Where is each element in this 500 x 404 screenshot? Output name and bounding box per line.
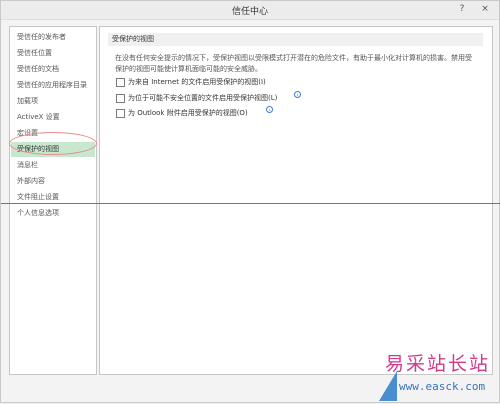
info-icon[interactable]: i: [266, 106, 273, 113]
red-guide-line: [1, 203, 500, 204]
settings-panel: 受保护的视图 在没有任何安全提示的情况下，受保护视图以受限模式打开潜在的危险文件…: [99, 26, 493, 375]
trust-center-dialog: 信任中心 ? × 受信任的发布者 受信任位置 受信任的文档 受信任的应用程序目录…: [0, 0, 500, 403]
sidebar-item-trusted-publishers[interactable]: 受信任的发布者: [11, 30, 95, 45]
sidebar-item-protected-view[interactable]: 受保护的视图: [11, 142, 95, 157]
unsafe-locations-checkbox[interactable]: [116, 94, 125, 103]
internet-files-checkbox[interactable]: [116, 78, 125, 87]
internet-files-label[interactable]: 为来自 Internet 的文件启用受保护的视图(I): [128, 77, 266, 87]
sidebar-item-trusted-locations[interactable]: 受信任位置: [11, 46, 95, 61]
unsafe-locations-label[interactable]: 为位于可能不安全位置的文件启用受保护视图(L): [128, 93, 277, 103]
title-bar: 信任中心 ? ×: [1, 1, 499, 20]
watermark-url: www.easck.com: [399, 380, 486, 393]
sidebar-item-privacy-options[interactable]: 个人信息选项: [11, 206, 95, 221]
section-title: 受保护的视图: [108, 33, 483, 46]
sidebar-item-macro-settings[interactable]: 宏设置: [11, 126, 95, 141]
sidebar-item-add-ins[interactable]: 加载项: [11, 94, 95, 109]
outlook-attachments-checkbox[interactable]: [116, 109, 125, 118]
section-description: 在没有任何安全提示的情况下，受保护视图以受限模式打开潜在的危险文件，有助于最小化…: [115, 54, 472, 73]
sidebar-item-message-bar[interactable]: 消息栏: [11, 158, 95, 173]
sidebar-item-activex-settings[interactable]: ActiveX 设置: [11, 110, 95, 125]
close-button[interactable]: ×: [475, 3, 495, 16]
sidebar-item-trusted-documents[interactable]: 受信任的文档: [11, 62, 95, 77]
category-sidebar: 受信任的发布者 受信任位置 受信任的文档 受信任的应用程序目录 加载项 Acti…: [9, 26, 97, 375]
window-title: 信任中心: [231, 7, 268, 17]
watermark-title: 易采站长站: [385, 353, 491, 375]
sidebar-item-trusted-app-catalogs[interactable]: 受信任的应用程序目录: [11, 78, 95, 93]
help-button[interactable]: ?: [455, 3, 469, 16]
info-icon[interactable]: i: [294, 91, 301, 98]
outlook-attachments-label[interactable]: 为 Outlook 附件启用受保护的视图(O): [128, 108, 248, 118]
site-watermark: 易采站长站 www.easck.com: [379, 347, 500, 404]
sidebar-item-external-content[interactable]: 外部内容: [11, 174, 95, 189]
